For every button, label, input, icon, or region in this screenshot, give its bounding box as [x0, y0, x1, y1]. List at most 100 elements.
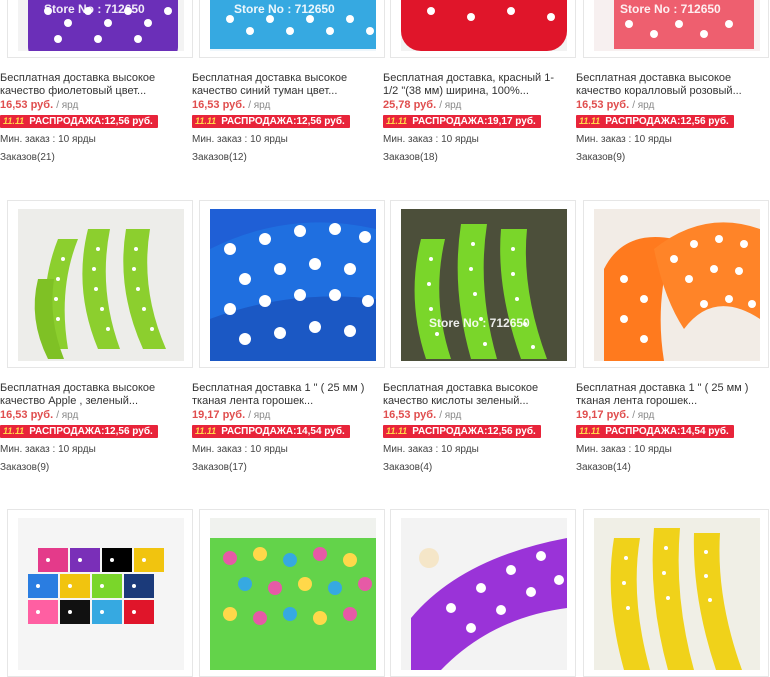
min-order: Мин. заказ : 10 ярды: [0, 134, 96, 145]
product-title[interactable]: Бесплатная доставка 1 " ( 25 мм ) тканая…: [192, 382, 378, 408]
product-image[interactable]: [390, 0, 576, 58]
product-image[interactable]: Store No : 712650: [7, 0, 193, 58]
product-image[interactable]: [199, 509, 385, 677]
sale-badge: 11.11 РАСПРОДАЖА:12,56 руб.: [192, 115, 350, 128]
product-image[interactable]: [583, 200, 769, 368]
price-value: 16,53 руб.: [576, 99, 630, 111]
product-image[interactable]: Store No : 712650: [583, 0, 769, 58]
product-title[interactable]: Бесплатная доставка высокое качество кор…: [576, 72, 762, 98]
price-unit: / ярд: [248, 410, 271, 421]
product-title[interactable]: Бесплатная доставка высокое качество син…: [192, 72, 378, 98]
sale-price: РАСПРОДАЖА:19,17 руб.: [412, 116, 536, 127]
orders-count: Заказов(9): [0, 462, 50, 473]
min-order: Мин. заказ : 10 ярды: [576, 134, 672, 145]
ribbon-photo: [594, 209, 760, 361]
min-order: Мин. заказ : 10 ярды: [383, 444, 479, 455]
sale-tag: 11.11: [579, 426, 601, 436]
sale-tag: 11.11: [195, 426, 217, 436]
min-order: Мин. заказ : 10 ярды: [192, 134, 288, 145]
store-watermark: Store No : 712650: [44, 2, 145, 16]
sale-price: РАСПРОДАЖА:12,56 руб.: [412, 426, 536, 437]
sale-tag: 11.11: [579, 116, 601, 126]
product-price: 19,17 руб. / ярд: [192, 409, 270, 421]
store-watermark: Store No : 712650: [429, 316, 530, 330]
ribbon-photo: Store No : 712650: [18, 0, 184, 51]
product-title[interactable]: Бесплатная доставка 1 " ( 25 мм ) тканая…: [576, 382, 762, 408]
product-title[interactable]: Бесплатная доставка высокое качество кис…: [383, 382, 569, 408]
price-value: 16,53 руб.: [192, 99, 246, 111]
price-unit: / ярд: [439, 410, 462, 421]
price-value: 16,53 руб.: [383, 409, 437, 421]
product-price: 16,53 руб. / ярд: [192, 99, 270, 111]
price-value: 25,78 руб.: [383, 99, 437, 111]
sale-tag: 11.11: [195, 116, 217, 126]
price-value: 16,53 руб.: [0, 409, 54, 421]
product-price: 25,78 руб. / ярд: [383, 99, 461, 111]
orders-count: Заказов(9): [576, 152, 626, 163]
orders-count: Заказов(4): [383, 462, 433, 473]
price-value: 16,53 руб.: [0, 99, 54, 111]
ribbon-photo: [594, 518, 760, 670]
product-price: 19,17 руб. / ярд: [576, 409, 654, 421]
sale-badge: 11.11 РАСПРОДАЖА:19,17 руб.: [383, 115, 541, 128]
product-image[interactable]: [583, 509, 769, 677]
product-image[interactable]: [390, 509, 576, 677]
min-order: Мин. заказ : 10 ярды: [192, 444, 288, 455]
sale-badge: 11.11 РАСПРОДАЖА:14,54 руб.: [192, 425, 350, 438]
price-unit: / ярд: [439, 100, 462, 111]
sale-badge: 11.11 РАСПРОДАЖА:12,56 руб.: [0, 115, 158, 128]
product-image[interactable]: Store No : 712650: [390, 200, 576, 368]
product-image[interactable]: [7, 509, 193, 677]
min-order: Мин. заказ : 10 ярды: [0, 444, 96, 455]
sale-price: РАСПРОДАЖА:14,54 руб.: [221, 426, 345, 437]
ribbon-photo: [18, 518, 184, 670]
sale-price: РАСПРОДАЖА:12,56 руб.: [221, 116, 345, 127]
sale-price: РАСПРОДАЖА:12,56 руб.: [29, 116, 153, 127]
sale-price: РАСПРОДАЖА:14,54 руб.: [605, 426, 729, 437]
sale-badge: 11.11 РАСПРОДАЖА:14,54 руб.: [576, 425, 734, 438]
product-price: 16,53 руб. / ярд: [0, 99, 78, 111]
product-price: 16,53 руб. / ярд: [0, 409, 78, 421]
store-watermark: Store No : 712650: [620, 2, 721, 16]
price-unit: / ярд: [632, 100, 655, 111]
orders-count: Заказов(21): [0, 152, 55, 163]
price-value: 19,17 руб.: [576, 409, 630, 421]
orders-count: Заказов(12): [192, 152, 247, 163]
product-title[interactable]: Бесплатная доставка высокое качество фио…: [0, 72, 186, 98]
sale-tag: 11.11: [386, 426, 408, 436]
sale-price: РАСПРОДАЖА:12,56 руб.: [605, 116, 729, 127]
orders-count: Заказов(18): [383, 152, 438, 163]
price-unit: / ярд: [248, 100, 271, 111]
ribbon-photo: Store No : 712650: [210, 0, 376, 51]
product-title[interactable]: Бесплатная доставка высокое качество App…: [0, 382, 186, 408]
product-image[interactable]: [7, 200, 193, 368]
product-price: 16,53 руб. / ярд: [383, 409, 461, 421]
store-watermark: Store No : 712650: [234, 2, 335, 16]
product-image[interactable]: Store No : 712650: [199, 0, 385, 58]
sale-price: РАСПРОДАЖА:12,56 руб.: [29, 426, 153, 437]
orders-count: Заказов(17): [192, 462, 247, 473]
product-image[interactable]: [199, 200, 385, 368]
ribbon-photo: [401, 518, 567, 670]
sale-tag: 11.11: [3, 116, 25, 126]
ribbon-photo: [210, 518, 376, 670]
sale-badge: 11.11 РАСПРОДАЖА:12,56 руб.: [0, 425, 158, 438]
price-unit: / ярд: [56, 410, 79, 421]
ribbon-photo: Store No : 712650: [401, 209, 567, 361]
ribbon-photo: [18, 209, 184, 361]
sale-badge: 11.11 РАСПРОДАЖА:12,56 руб.: [576, 115, 734, 128]
ribbon-photo: [401, 0, 567, 51]
min-order: Мин. заказ : 10 ярды: [383, 134, 479, 145]
sale-tag: 11.11: [386, 116, 408, 126]
price-value: 19,17 руб.: [192, 409, 246, 421]
product-price: 16,53 руб. / ярд: [576, 99, 654, 111]
ribbon-photo: Store No : 712650: [594, 0, 760, 51]
orders-count: Заказов(14): [576, 462, 631, 473]
price-unit: / ярд: [56, 100, 79, 111]
ribbon-photo: [210, 209, 376, 361]
sale-badge: 11.11 РАСПРОДАЖА:12,56 руб.: [383, 425, 541, 438]
price-unit: / ярд: [632, 410, 655, 421]
sale-tag: 11.11: [3, 426, 25, 436]
product-title[interactable]: Бесплатная доставка, красный 1-1/2 "(38 …: [383, 72, 569, 98]
min-order: Мин. заказ : 10 ярды: [576, 444, 672, 455]
